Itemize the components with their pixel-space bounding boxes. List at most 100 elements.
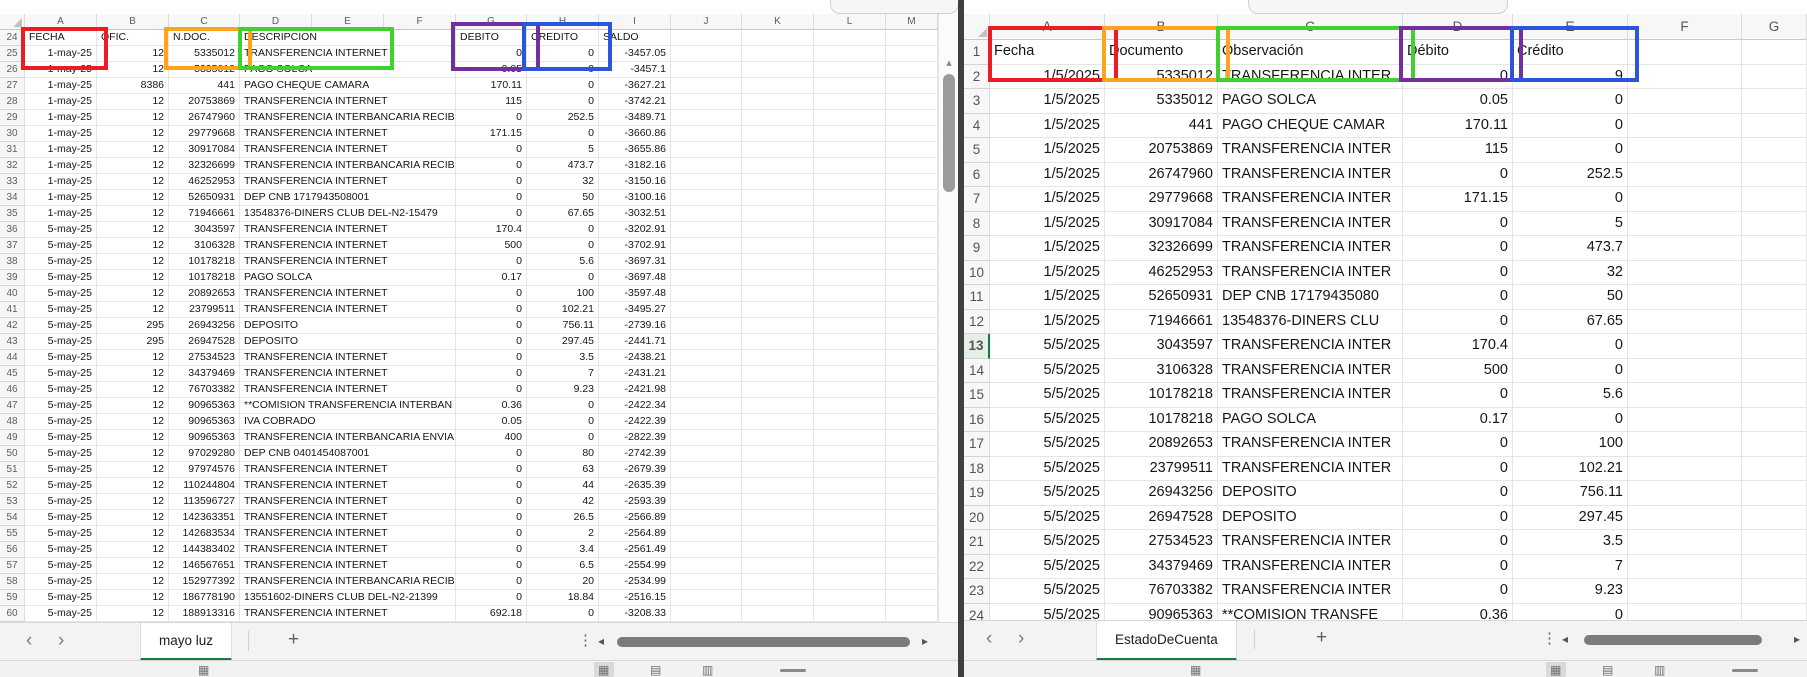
cell[interactable]: 0 <box>456 286 527 302</box>
row-header-25[interactable]: 25 <box>0 46 25 62</box>
cell[interactable]: 0 <box>456 302 527 318</box>
cell[interactable] <box>742 142 814 158</box>
cell[interactable]: 0.05 <box>1403 89 1513 114</box>
cell[interactable] <box>671 350 742 366</box>
add-sheet-icon[interactable]: + <box>1316 627 1327 649</box>
add-sheet-icon[interactable]: + <box>288 629 299 651</box>
row-header-54[interactable]: 54 <box>0 510 25 526</box>
cell[interactable]: 26947528 <box>169 334 240 350</box>
cell[interactable]: 146567651 <box>169 558 240 574</box>
cell[interactable]: 252.5 <box>527 110 599 126</box>
cell[interactable]: 100 <box>1513 432 1628 457</box>
cell[interactable]: 12 <box>97 286 169 302</box>
cell[interactable]: 26747960 <box>169 110 240 126</box>
row-header-16[interactable]: 16 <box>964 408 990 433</box>
cell[interactable]: -2593.39 <box>599 494 671 510</box>
row-header-33[interactable]: 33 <box>0 174 25 190</box>
cell[interactable]: 692.18 <box>456 606 527 622</box>
cell[interactable]: 0 <box>1403 457 1513 482</box>
cell[interactable]: TRANSFERENCIA INTERNET <box>240 174 456 190</box>
cell[interactable]: 9.23 <box>527 382 599 398</box>
cell[interactable]: 0 <box>527 414 599 430</box>
cell[interactable]: 5335012 <box>169 46 240 62</box>
cell[interactable] <box>1742 212 1807 237</box>
cell[interactable]: 0.17 <box>456 270 527 286</box>
cell[interactable]: 5-may-25 <box>25 302 97 318</box>
cell[interactable] <box>814 478 886 494</box>
cell[interactable]: 1-may-25 <box>25 206 97 222</box>
cell[interactable] <box>886 494 938 510</box>
cell[interactable]: PAGO SOLCA <box>1218 408 1403 433</box>
cell[interactable]: 0 <box>1513 604 1628 621</box>
cell[interactable]: 26747960 <box>1105 163 1218 188</box>
cell[interactable] <box>886 318 938 334</box>
cell[interactable]: 12 <box>97 510 169 526</box>
cell[interactable] <box>671 110 742 126</box>
cell[interactable]: 0 <box>456 142 527 158</box>
cell[interactable]: 1/5/2025 <box>990 285 1105 310</box>
cell[interactable]: 0 <box>1403 530 1513 555</box>
cell[interactable]: 0 <box>1513 114 1628 139</box>
cell[interactable]: 5/5/2025 <box>990 432 1105 457</box>
cell[interactable] <box>886 78 938 94</box>
cell[interactable] <box>671 30 742 46</box>
cell[interactable] <box>742 302 814 318</box>
cell[interactable]: -3150.16 <box>599 174 671 190</box>
row-header-38[interactable]: 38 <box>0 254 25 270</box>
cell[interactable]: 0 <box>456 574 527 590</box>
cell[interactable] <box>886 62 938 78</box>
cell[interactable]: 12 <box>97 414 169 430</box>
cell[interactable]: 0 <box>527 94 599 110</box>
cell[interactable]: 29779668 <box>1105 187 1218 212</box>
cell[interactable]: 3.5 <box>527 350 599 366</box>
row-header-13[interactable]: 13 <box>964 334 990 359</box>
page-break-view-icon[interactable]: ▥ <box>702 664 713 676</box>
cell[interactable] <box>814 558 886 574</box>
cell[interactable]: 12 <box>97 190 169 206</box>
cell[interactable]: 5-may-25 <box>25 430 97 446</box>
cell[interactable]: 34379469 <box>1105 555 1218 580</box>
cell[interactable]: 5/5/2025 <box>990 481 1105 506</box>
cell[interactable]: TRANSFERENCIA INTER <box>1218 334 1403 359</box>
zoom-slider[interactable] <box>780 669 806 672</box>
row-header-3[interactable]: 3 <box>964 89 990 114</box>
cell[interactable]: CREDITO <box>527 30 599 46</box>
cell[interactable]: 52650931 <box>169 190 240 206</box>
row-header-10[interactable]: 10 <box>964 261 990 286</box>
row-header-48[interactable]: 48 <box>0 414 25 430</box>
cell[interactable] <box>886 158 938 174</box>
cell[interactable]: 9.23 <box>1513 579 1628 604</box>
cell[interactable] <box>886 222 938 238</box>
cell[interactable] <box>814 430 886 446</box>
cell[interactable] <box>1742 40 1807 65</box>
cell[interactable]: -3457.05 <box>599 46 671 62</box>
cell[interactable] <box>886 302 938 318</box>
cell[interactable]: 0 <box>1513 359 1628 384</box>
cell[interactable]: TRANSFERENCIA INTERNET <box>240 478 456 494</box>
cell[interactable]: 473.7 <box>1513 236 1628 261</box>
cell[interactable] <box>814 174 886 190</box>
cell[interactable]: 5.6 <box>527 254 599 270</box>
cell[interactable]: 1/5/2025 <box>990 212 1105 237</box>
cell[interactable] <box>1742 383 1807 408</box>
cell[interactable] <box>814 526 886 542</box>
cell[interactable]: -2431.21 <box>599 366 671 382</box>
cell[interactable]: 252.5 <box>1513 163 1628 188</box>
cell[interactable]: 0 <box>1513 187 1628 212</box>
cell[interactable]: 756.11 <box>527 318 599 334</box>
cell[interactable]: 12 <box>97 446 169 462</box>
cell[interactable]: 0 <box>1403 383 1513 408</box>
cell[interactable] <box>1742 187 1807 212</box>
cell[interactable] <box>671 78 742 94</box>
cell[interactable] <box>814 590 886 606</box>
cell[interactable]: 71946661 <box>169 206 240 222</box>
cell[interactable]: 71946661 <box>1105 310 1218 335</box>
cell[interactable]: 102.21 <box>527 302 599 318</box>
row-header-37[interactable]: 37 <box>0 238 25 254</box>
cell[interactable]: FECHA <box>25 30 97 46</box>
cell[interactable] <box>814 382 886 398</box>
prev-sheet-icon[interactable]: ‹ <box>26 629 32 653</box>
row-header-36[interactable]: 36 <box>0 222 25 238</box>
scroll-up-icon[interactable]: ▴ <box>939 56 958 69</box>
cell[interactable] <box>814 78 886 94</box>
